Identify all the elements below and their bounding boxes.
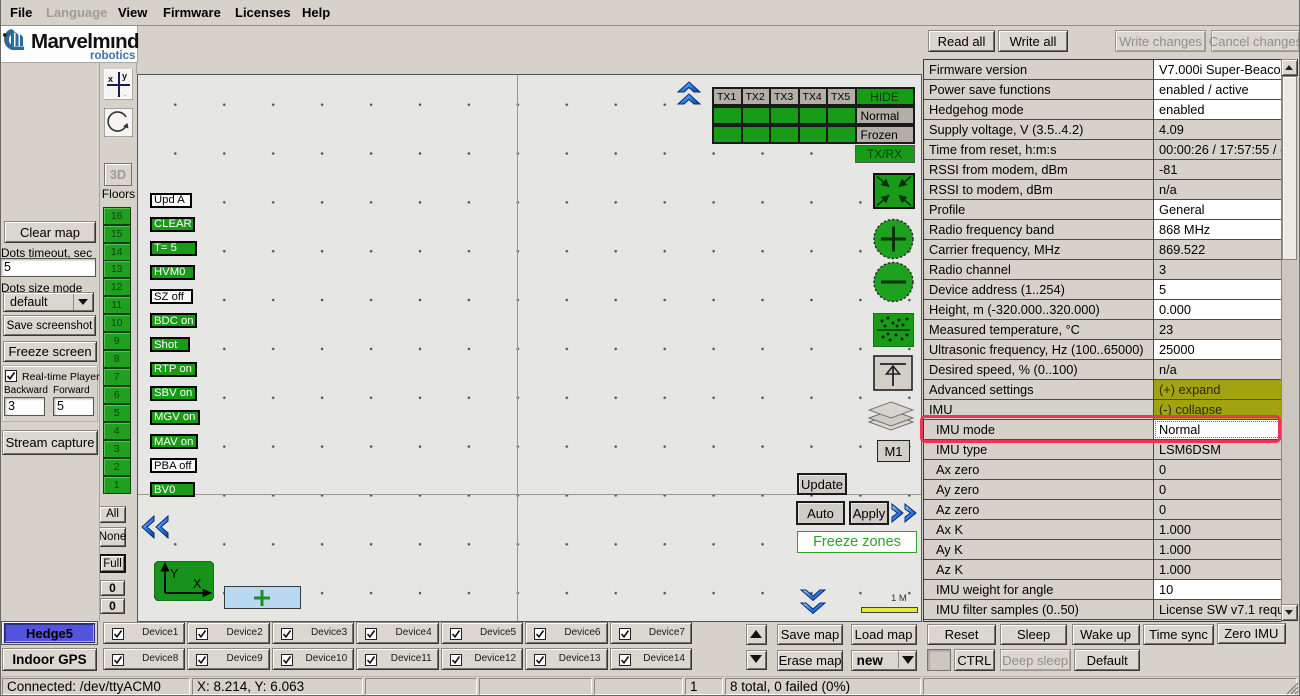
svg-text:y: y [122,71,127,81]
svg-text:x: x [108,74,113,84]
svg-text:.: . [124,89,126,98]
svg-text:X: X [193,577,202,591]
svg-text:Y: Y [170,567,179,581]
